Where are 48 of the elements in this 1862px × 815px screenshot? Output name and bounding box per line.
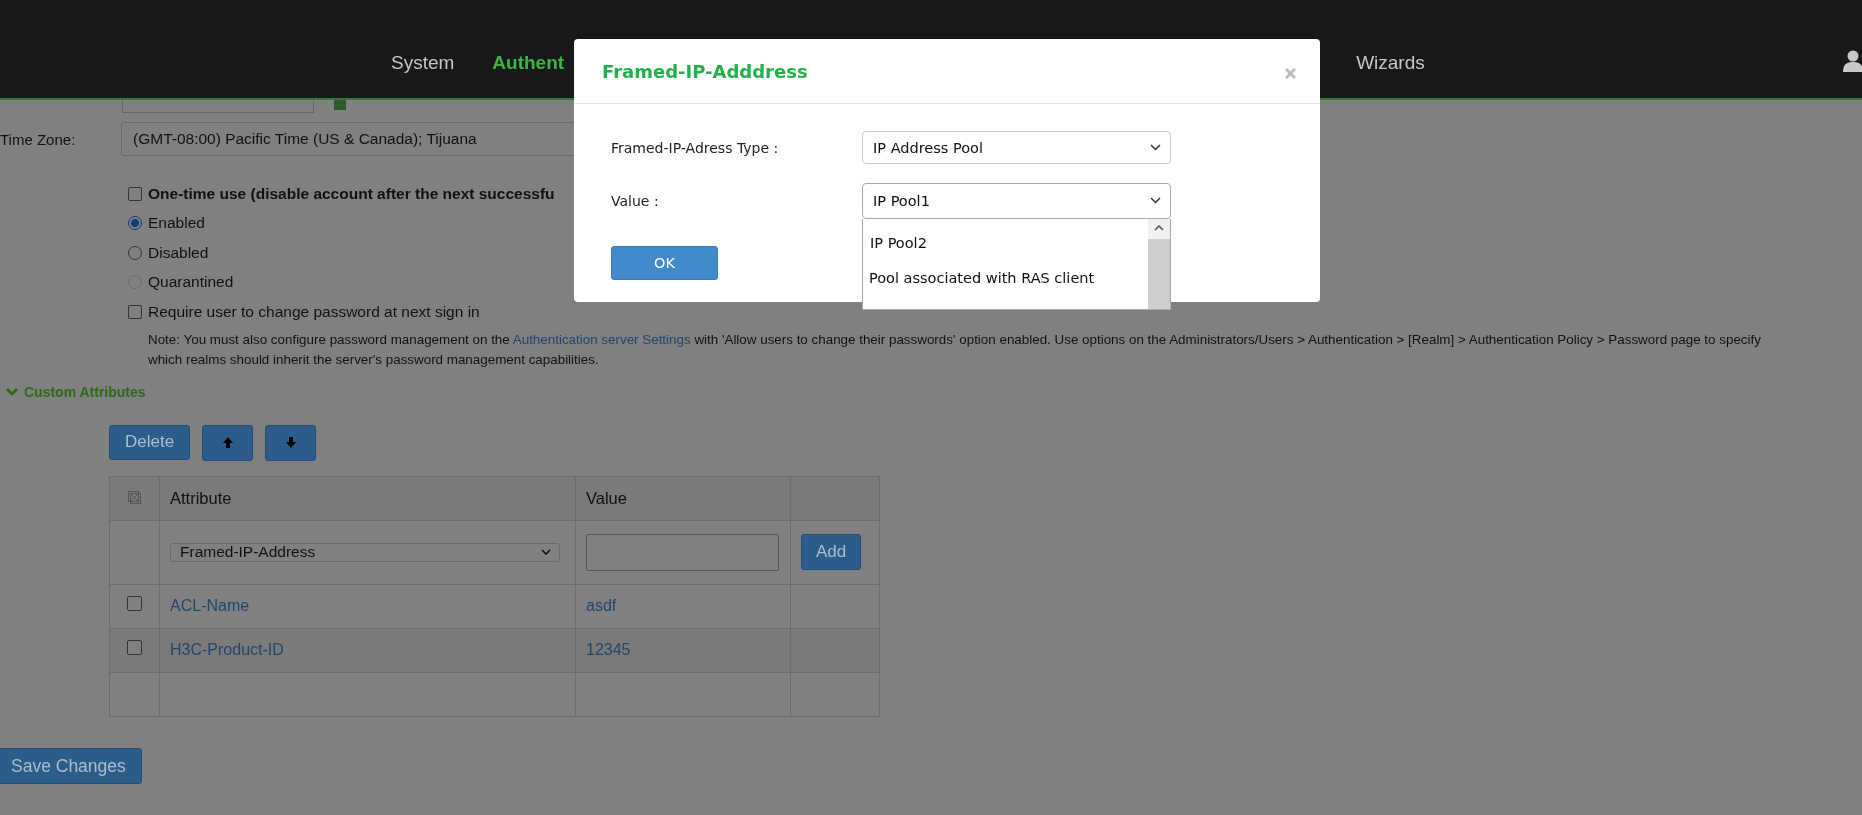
dropdown-option[interactable]: Pool associated with RAS client [863, 260, 1148, 296]
close-icon[interactable] [1285, 67, 1296, 79]
radio-label: Quarantined [148, 273, 234, 292]
attribute-link[interactable]: ACL-Name [170, 597, 250, 614]
dropdown-option[interactable]: IP Pool2 [863, 225, 1148, 261]
radio-label: Enabled [148, 214, 205, 233]
scroll-up-icon[interactable] [1154, 224, 1164, 231]
text-field[interactable] [122, 100, 314, 113]
checkbox[interactable] [128, 186, 142, 201]
save-changes-button[interactable]: Save Changes [0, 748, 142, 784]
checkbox-label: Require user to change password at next sign in [148, 302, 480, 321]
nav-tab[interactable]: System [391, 52, 455, 74]
chevron-icon[interactable] [6, 386, 18, 397]
arrow-down-icon [285, 437, 296, 448]
arrow-up-icon [222, 437, 233, 448]
nav-tab[interactable]: Wizards [1356, 52, 1425, 74]
attribute-select[interactable]: Framed-IP-Address [170, 542, 560, 562]
settings-link[interactable]: Authentication server Settings [512, 331, 691, 347]
column-header: Value [585, 488, 627, 507]
note-text: Note: You must also configure password management on the Authentication server Settings with 'Allow users to change their passwords' option enabled. Use options on the Administrators/Users > Authentication > [Realm] > Authentication Policy > Password page to specify which realms should inherit the server's password management capabilities. [148, 330, 1762, 369]
move-down-button[interactable] [265, 424, 317, 461]
caret-icon [541, 549, 551, 555]
checkbox-label: One-time use (disable account after the next successfu [148, 184, 555, 203]
value-cell: asdf [586, 597, 617, 614]
field-label: Value : [611, 192, 660, 209]
radio-label: Disabled [148, 243, 209, 262]
radio-button[interactable] [128, 245, 142, 260]
move-up-button[interactable] [202, 424, 254, 461]
delete-button[interactable]: Delete [109, 424, 191, 460]
value-cell: 12345 [586, 641, 631, 658]
select-all-icon[interactable] [128, 490, 141, 504]
dropdown[interactable]: IP Pool1 [862, 182, 1171, 219]
checkbox[interactable] [128, 304, 142, 319]
dialog-title: Framed-IP-Adddress [602, 60, 808, 82]
add-button[interactable]: Add [801, 534, 862, 570]
scrollbar[interactable] [1148, 218, 1170, 309]
caret-icon [1150, 144, 1161, 151]
row-checkbox[interactable] [127, 640, 142, 655]
column-header: Attribute [169, 488, 232, 507]
caret-icon [1150, 197, 1161, 204]
ok-button[interactable]: OK [611, 246, 718, 280]
field-label: Time Zone: [0, 130, 77, 148]
dropdown[interactable]: IP Address Pool [862, 131, 1171, 164]
user-icon[interactable] [1843, 50, 1862, 72]
row-checkbox[interactable] [127, 596, 142, 611]
value-input[interactable] [586, 533, 779, 571]
nav-tab[interactable]: Authent [492, 52, 565, 74]
radio-button[interactable] [128, 216, 142, 231]
